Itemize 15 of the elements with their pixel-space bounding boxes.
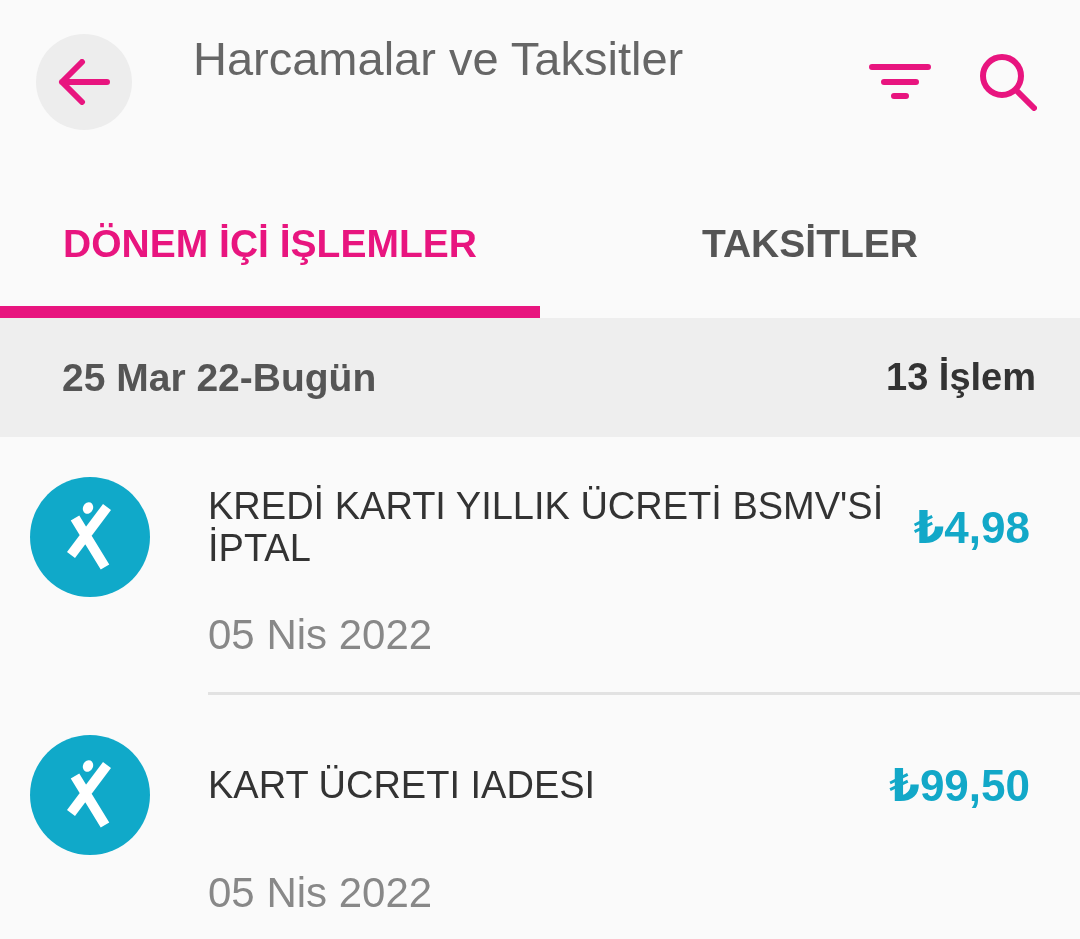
person-logo-icon [30,735,150,855]
transaction-amount: ₺4,98 [913,501,1030,553]
transaction-date: 05 Nis 2022 [208,869,434,917]
transaction-count: 13 İşlem [886,356,1036,399]
tab[interactable]: TAKSİTLER [540,170,1080,318]
transaction-title: KART ÜCRETI IADESI [208,764,597,806]
search-icon[interactable] [979,53,1037,111]
transaction-title: KREDİ KARTI YILLIK ÜCRETİ BSMV'Sİ İPTAL [208,485,885,569]
period-range: 25 Mar 22-Bugün [62,355,377,400]
person-logo-icon [30,477,150,597]
transaction-amount: ₺99,50 [889,759,1030,811]
transaction-date: 05 Nis 2022 [208,611,434,659]
filter-icon[interactable] [869,64,931,100]
page-title: Harcamalar ve Taksitler [193,31,685,87]
back-arrow-icon [58,59,110,105]
